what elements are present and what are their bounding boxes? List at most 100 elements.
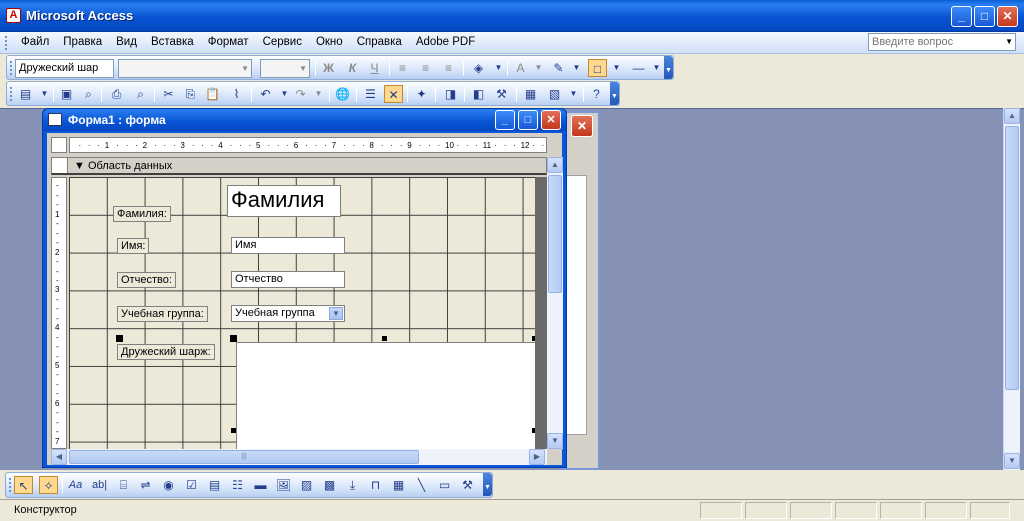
italic-button[interactable]: К [343, 59, 362, 77]
view-icon[interactable]: ▤ [16, 85, 35, 103]
maximize-button[interactable]: □ [974, 6, 995, 27]
menu-format[interactable]: Формат [201, 36, 256, 48]
chevron-down-icon[interactable]: ▼ [309, 85, 328, 103]
align-right-icon[interactable]: ≡ [439, 59, 458, 77]
builder-icon[interactable]: ⚒ [492, 85, 511, 103]
name-textbox[interactable]: Имя [231, 237, 345, 254]
font-size-combo[interactable]: ▼ [260, 59, 310, 78]
bound-object-frame-tool-icon[interactable]: ▩ [320, 476, 339, 494]
chevron-down-icon[interactable]: ▼ [489, 59, 508, 77]
menu-adobe-pdf[interactable]: Adobe PDF [409, 36, 482, 48]
menu-view[interactable]: Вид [109, 36, 144, 48]
group-combobox[interactable]: Учебная группа ▼ [231, 305, 345, 322]
align-center-icon[interactable]: ≡ [416, 59, 435, 77]
fill-color-icon[interactable]: ◈ [469, 59, 488, 77]
unbound-object-frame-tool-icon[interactable]: ▨ [297, 476, 316, 494]
special-effect-icon[interactable]: □ [588, 59, 607, 77]
chevron-down-icon[interactable]: ▼ [329, 307, 343, 320]
select-pointer-icon[interactable]: ↖ [14, 476, 33, 494]
combobox-tool-icon[interactable]: ▤ [205, 476, 224, 494]
menu-edit[interactable]: Правка [56, 36, 109, 48]
help-question-input[interactable] [869, 34, 999, 50]
label-tool-icon[interactable]: Аа [66, 476, 85, 494]
menu-file[interactable]: Файл [14, 36, 56, 48]
surname-label[interactable]: Фамилия: [113, 206, 171, 222]
toolbar-grip[interactable] [9, 478, 12, 492]
align-left-icon[interactable]: ≡ [393, 59, 412, 77]
scroll-right-icon[interactable]: ▶ [529, 449, 545, 465]
caricature-label[interactable]: Дружеский шарж: [117, 344, 215, 360]
move-handle[interactable] [230, 335, 237, 342]
scroll-down-icon[interactable]: ▼ [547, 433, 563, 449]
cut-icon[interactable]: ✂ [159, 85, 178, 103]
bold-button[interactable]: Ж [319, 59, 338, 77]
access-app-icon[interactable]: A [6, 8, 21, 23]
scroll-left-icon[interactable]: ◀ [51, 449, 67, 465]
toolbar-options-icon[interactable]: ▼ [610, 82, 619, 105]
resize-handle[interactable] [382, 336, 387, 341]
form-close-button[interactable]: ✕ [541, 110, 561, 130]
toolbar-grip[interactable] [10, 87, 13, 101]
toolbar-options-icon[interactable]: ▼ [483, 473, 492, 496]
form-icon[interactable] [48, 113, 62, 126]
chevron-down-icon[interactable]: ▼ [564, 85, 583, 103]
undo-icon[interactable]: ↶ [256, 85, 275, 103]
font-color-icon[interactable]: A [511, 59, 530, 77]
scroll-up-icon[interactable]: ▲ [1004, 108, 1020, 124]
form-title-bar[interactable]: Форма1 : форма _ □ ✕ [43, 109, 566, 131]
field-list-icon[interactable]: ☰ [361, 85, 380, 103]
menu-window[interactable]: Окно [309, 36, 350, 48]
menu-help[interactable]: Справка [350, 36, 409, 48]
toolbar-options-icon[interactable]: ▼ [664, 56, 673, 79]
help-icon[interactable]: ? [587, 85, 606, 103]
rectangle-tool-icon[interactable]: ▭ [435, 476, 454, 494]
menu-tools[interactable]: Сервис [256, 36, 309, 48]
form-maximize-button[interactable]: □ [518, 110, 538, 130]
option-button-tool-icon[interactable]: ◉ [159, 476, 178, 494]
properties-icon[interactable]: ◧ [469, 85, 488, 103]
name-label[interactable]: Имя: [117, 238, 150, 254]
redo-icon[interactable]: ↷ [291, 85, 310, 103]
form-horizontal-scrollbar[interactable]: ◀ ||| ▶ [51, 449, 547, 465]
toolbar-grip[interactable] [5, 36, 8, 50]
database-window-icon[interactable]: ▦ [521, 85, 540, 103]
menu-insert[interactable]: Вставка [144, 36, 201, 48]
chevron-down-icon[interactable]: ▼ [529, 59, 548, 77]
font-name-combo[interactable]: ▼ [118, 59, 252, 78]
image-tool-icon[interactable]: 🖼 [274, 476, 293, 494]
checkbox-tool-icon[interactable]: ☑ [182, 476, 201, 494]
chevron-down-icon[interactable]: ▼ [607, 59, 626, 77]
search-file-icon[interactable]: ⌕ [79, 85, 98, 103]
form-vertical-scrollbar[interactable]: ▲ ▼ [547, 157, 563, 449]
toolbar-grip[interactable] [10, 61, 13, 75]
form-width-edge[interactable] [535, 177, 547, 449]
listbox-tool-icon[interactable]: ☷ [228, 476, 247, 494]
toolbox-icon[interactable]: ✕ [384, 85, 403, 103]
more-controls-icon[interactable]: ⚒ [458, 476, 477, 494]
print-icon[interactable]: ⎙ [107, 85, 126, 103]
background-window-close-button[interactable]: ✕ [571, 115, 593, 137]
workspace-vertical-scrollbar[interactable]: ▲ ▼ [1003, 108, 1020, 470]
new-object-icon[interactable]: ▧ [545, 85, 564, 103]
line-color-icon[interactable]: ✎ [549, 59, 568, 77]
subform-tool-icon[interactable]: ▦ [389, 476, 408, 494]
patronymic-label[interactable]: Отчество: [117, 272, 176, 288]
autoformat-icon[interactable]: ✦ [412, 85, 431, 103]
scroll-up-icon[interactable]: ▲ [547, 157, 563, 173]
underline-button[interactable]: Ч [365, 59, 384, 77]
command-button-tool-icon[interactable]: ▬ [251, 476, 270, 494]
resize-handle[interactable] [231, 428, 236, 433]
code-icon[interactable]: ◨ [441, 85, 460, 103]
detail-section-band[interactable]: ▼ Область данных [51, 157, 547, 175]
vertical-ruler[interactable]: 1234567------------------------ [51, 177, 67, 449]
control-wizard-icon[interactable]: ✧ [39, 476, 58, 494]
horizontal-ruler[interactable]: 1 2 3 4 5 6 7 8 9 10 11 12 · · · · · · · · · · · · · · · · · · · · · · · · ·… [69, 137, 547, 153]
surname-textbox[interactable]: Фамилия [227, 185, 341, 217]
hyperlink-icon[interactable]: 🌐 [333, 85, 352, 103]
format-painter-icon[interactable]: ⌇ [227, 85, 246, 103]
chevron-down-icon[interactable]: ▼ [567, 59, 586, 77]
minimize-button[interactable]: _ [951, 6, 972, 27]
group-label[interactable]: Учебная группа: [117, 306, 208, 322]
line-width-icon[interactable]: — [629, 59, 648, 77]
scroll-thumb[interactable] [1005, 126, 1019, 390]
